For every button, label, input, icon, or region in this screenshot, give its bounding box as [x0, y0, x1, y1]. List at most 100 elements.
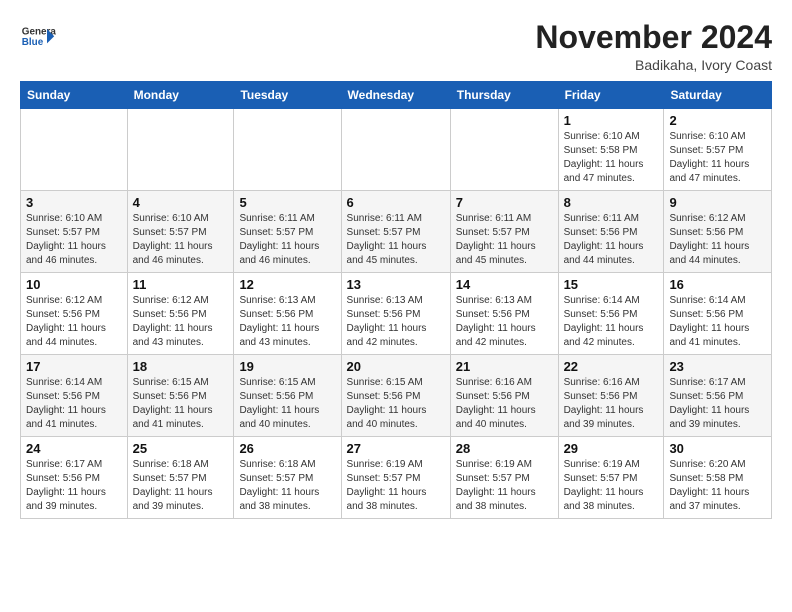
day-number: 17 [26, 359, 122, 374]
day-number: 2 [669, 113, 766, 128]
table-cell: 20 Sunrise: 6:15 AM Sunset: 5:56 PM Dayli… [341, 355, 450, 437]
day-info: Sunrise: 6:11 AM Sunset: 5:57 PM Dayligh… [456, 212, 553, 268]
day-number: 29 [564, 441, 659, 456]
day-info: Sunrise: 6:16 AM Sunset: 5:56 PM Dayligh… [456, 376, 553, 432]
day-number: 12 [239, 277, 335, 292]
day-number: 22 [564, 359, 659, 374]
table-cell: 24 Sunrise: 6:17 AM Sunset: 5:56 PM Dayli… [21, 437, 128, 519]
day-number: 18 [133, 359, 229, 374]
table-cell: 19Sunrise: 6:15 AM Sunset: 5:56 PM Dayli… [234, 355, 341, 437]
logo: General Blue [20, 20, 60, 56]
day-number: 11 [133, 277, 229, 292]
location-subtitle: Badikaha, Ivory Coast [535, 57, 772, 73]
day-info: Sunrise: 6:10 AM Sunset: 5:58 PM Dayligh… [564, 130, 659, 186]
day-info: Sunrise: 6:19 AM Sunset: 5:57 PM Dayligh… [347, 458, 445, 514]
week-row-1: 1 Sunrise: 6:10 AM Sunset: 5:58 PM Daylig… [21, 109, 772, 191]
day-info: Sunrise: 6:14 AM Sunset: 5:56 PM Dayligh… [669, 294, 766, 350]
day-number: 6 [347, 195, 445, 210]
table-cell: 28Sunrise: 6:19 AM Sunset: 5:57 PM Dayli… [450, 437, 558, 519]
table-cell [450, 109, 558, 191]
day-number: 30 [669, 441, 766, 456]
table-cell [341, 109, 450, 191]
day-info: Sunrise: 6:14 AM Sunset: 5:56 PM Dayligh… [26, 376, 122, 432]
svg-text:Blue: Blue [22, 37, 44, 48]
day-info: Sunrise: 6:19 AM Sunset: 5:57 PM Dayligh… [456, 458, 553, 514]
title-area: November 2024 Badikaha, Ivory Coast [535, 20, 772, 73]
day-info: Sunrise: 6:15 AM Sunset: 5:56 PM Dayligh… [239, 376, 335, 432]
table-cell: 16 Sunrise: 6:14 AM Sunset: 5:56 PM Dayli… [664, 273, 772, 355]
table-cell [127, 109, 234, 191]
day-number: 5 [239, 195, 335, 210]
day-number: 8 [564, 195, 659, 210]
table-cell: 6 Sunrise: 6:11 AM Sunset: 5:57 PM Daylig… [341, 191, 450, 273]
week-row-3: 10Sunrise: 6:12 AM Sunset: 5:56 PM Dayli… [21, 273, 772, 355]
day-info: Sunrise: 6:16 AM Sunset: 5:56 PM Dayligh… [564, 376, 659, 432]
header-monday: Monday [127, 82, 234, 109]
day-number: 14 [456, 277, 553, 292]
day-number: 26 [239, 441, 335, 456]
day-number: 1 [564, 113, 659, 128]
table-cell: 18 Sunrise: 6:15 AM Sunset: 5:56 PM Dayli… [127, 355, 234, 437]
day-info: Sunrise: 6:15 AM Sunset: 5:56 PM Dayligh… [347, 376, 445, 432]
day-info: Sunrise: 6:20 AM Sunset: 5:58 PM Dayligh… [669, 458, 766, 514]
day-number: 16 [669, 277, 766, 292]
table-cell: 8 Sunrise: 6:11 AM Sunset: 5:56 PM Daylig… [558, 191, 664, 273]
table-cell: 2 Sunrise: 6:10 AM Sunset: 5:57 PM Daylig… [664, 109, 772, 191]
table-cell: 10Sunrise: 6:12 AM Sunset: 5:56 PM Dayli… [21, 273, 128, 355]
table-cell: 1 Sunrise: 6:10 AM Sunset: 5:58 PM Daylig… [558, 109, 664, 191]
day-info: Sunrise: 6:11 AM Sunset: 5:56 PM Dayligh… [564, 212, 659, 268]
table-cell: 17 Sunrise: 6:14 AM Sunset: 5:56 PM Dayli… [21, 355, 128, 437]
page-header: General Blue November 2024 Badikaha, Ivo… [20, 20, 772, 73]
day-info: Sunrise: 6:13 AM Sunset: 5:56 PM Dayligh… [456, 294, 553, 350]
table-cell: 29 Sunrise: 6:19 AM Sunset: 5:57 PM Dayli… [558, 437, 664, 519]
day-info: Sunrise: 6:14 AM Sunset: 5:56 PM Dayligh… [564, 294, 659, 350]
day-number: 21 [456, 359, 553, 374]
table-cell: 27 Sunrise: 6:19 AM Sunset: 5:57 PM Dayli… [341, 437, 450, 519]
day-number: 4 [133, 195, 229, 210]
week-row-4: 17 Sunrise: 6:14 AM Sunset: 5:56 PM Dayli… [21, 355, 772, 437]
day-info: Sunrise: 6:19 AM Sunset: 5:57 PM Dayligh… [564, 458, 659, 514]
day-info: Sunrise: 6:11 AM Sunset: 5:57 PM Dayligh… [347, 212, 445, 268]
day-info: Sunrise: 6:17 AM Sunset: 5:56 PM Dayligh… [26, 458, 122, 514]
weekday-header-row: Sunday Monday Tuesday Wednesday Thursday… [21, 82, 772, 109]
table-cell: 5 Sunrise: 6:11 AM Sunset: 5:57 PM Daylig… [234, 191, 341, 273]
day-number: 3 [26, 195, 122, 210]
table-cell: 15 Sunrise: 6:14 AM Sunset: 5:56 PM Dayli… [558, 273, 664, 355]
day-info: Sunrise: 6:10 AM Sunset: 5:57 PM Dayligh… [26, 212, 122, 268]
table-cell: 14 Sunrise: 6:13 AM Sunset: 5:56 PM Dayli… [450, 273, 558, 355]
header-thursday: Thursday [450, 82, 558, 109]
day-number: 20 [347, 359, 445, 374]
day-info: Sunrise: 6:11 AM Sunset: 5:57 PM Dayligh… [239, 212, 335, 268]
day-number: 23 [669, 359, 766, 374]
table-cell: 22 Sunrise: 6:16 AM Sunset: 5:56 PM Dayli… [558, 355, 664, 437]
day-number: 24 [26, 441, 122, 456]
day-info: Sunrise: 6:17 AM Sunset: 5:56 PM Dayligh… [669, 376, 766, 432]
table-cell: 23 Sunrise: 6:17 AM Sunset: 5:56 PM Dayli… [664, 355, 772, 437]
day-info: Sunrise: 6:18 AM Sunset: 5:57 PM Dayligh… [239, 458, 335, 514]
header-sunday: Sunday [21, 82, 128, 109]
table-cell: 26 Sunrise: 6:18 AM Sunset: 5:57 PM Dayli… [234, 437, 341, 519]
table-cell: 9Sunrise: 6:12 AM Sunset: 5:56 PM Daylig… [664, 191, 772, 273]
table-cell: 7Sunrise: 6:11 AM Sunset: 5:57 PM Daylig… [450, 191, 558, 273]
day-info: Sunrise: 6:15 AM Sunset: 5:56 PM Dayligh… [133, 376, 229, 432]
day-info: Sunrise: 6:10 AM Sunset: 5:57 PM Dayligh… [669, 130, 766, 186]
header-wednesday: Wednesday [341, 82, 450, 109]
day-info: Sunrise: 6:13 AM Sunset: 5:56 PM Dayligh… [347, 294, 445, 350]
day-info: Sunrise: 6:18 AM Sunset: 5:57 PM Dayligh… [133, 458, 229, 514]
day-info: Sunrise: 6:13 AM Sunset: 5:56 PM Dayligh… [239, 294, 335, 350]
day-number: 9 [669, 195, 766, 210]
table-cell: 4 Sunrise: 6:10 AM Sunset: 5:57 PM Daylig… [127, 191, 234, 273]
day-info: Sunrise: 6:12 AM Sunset: 5:56 PM Dayligh… [133, 294, 229, 350]
table-cell: 21 Sunrise: 6:16 AM Sunset: 5:56 PM Dayli… [450, 355, 558, 437]
day-number: 27 [347, 441, 445, 456]
day-info: Sunrise: 6:12 AM Sunset: 5:56 PM Dayligh… [26, 294, 122, 350]
day-number: 15 [564, 277, 659, 292]
table-cell [21, 109, 128, 191]
month-title: November 2024 [535, 20, 772, 55]
logo-icon: General Blue [20, 20, 56, 56]
day-info: Sunrise: 6:10 AM Sunset: 5:57 PM Dayligh… [133, 212, 229, 268]
table-cell: 3 Sunrise: 6:10 AM Sunset: 5:57 PM Daylig… [21, 191, 128, 273]
table-cell: 25Sunrise: 6:18 AM Sunset: 5:57 PM Dayli… [127, 437, 234, 519]
header-saturday: Saturday [664, 82, 772, 109]
table-cell: 11 Sunrise: 6:12 AM Sunset: 5:56 PM Dayli… [127, 273, 234, 355]
